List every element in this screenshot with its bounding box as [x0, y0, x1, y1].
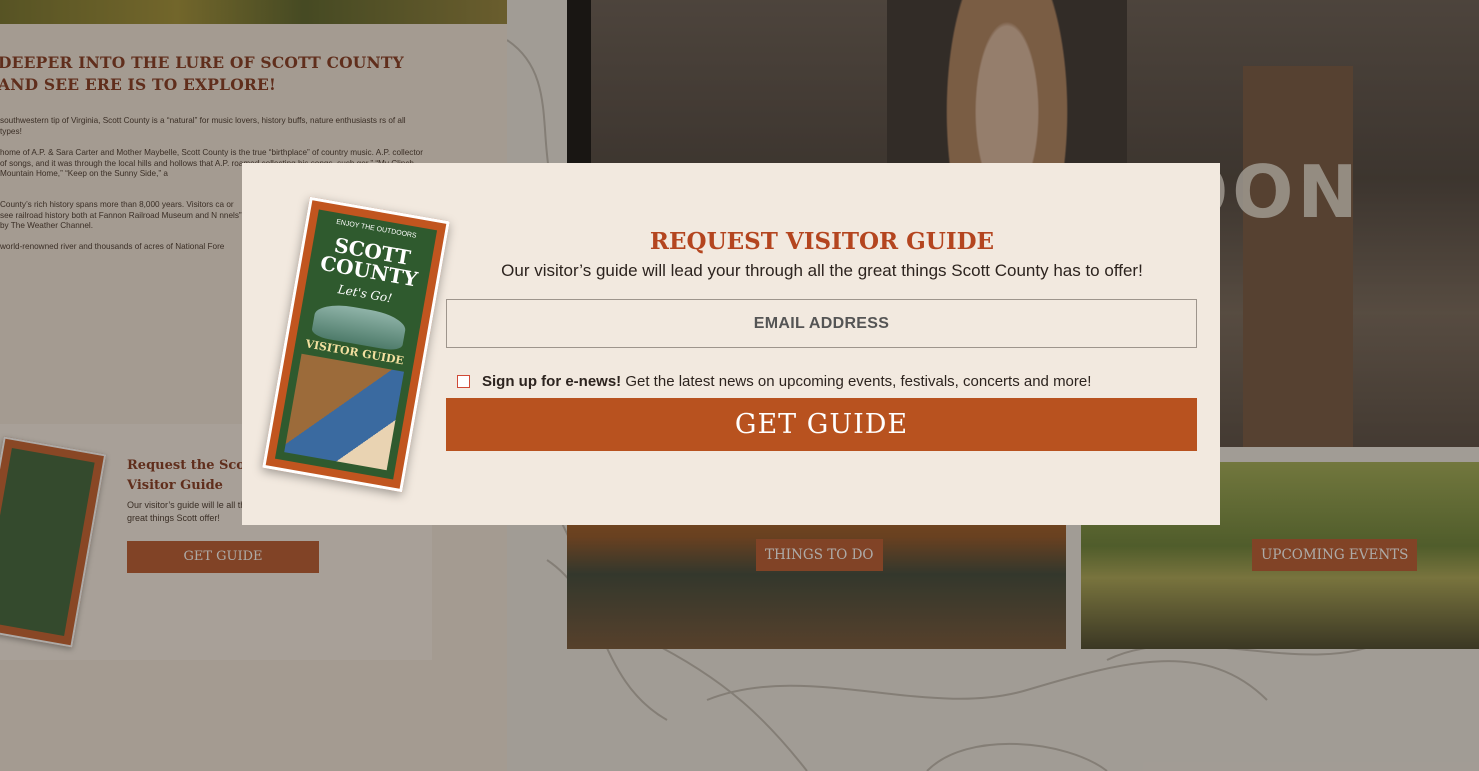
enews-label-strong: Sign up for e-news! [482, 372, 622, 390]
enews-label: Sign up for e-news! Get the latest news … [482, 373, 1091, 390]
get-guide-button[interactable]: GET GUIDE [446, 398, 1197, 451]
modal-title: REQUEST VISITOR GUIDE [649, 228, 995, 255]
modal-subtitle: Our visitor’s guide will lead your throu… [501, 261, 1143, 280]
enews-checkbox[interactable] [457, 374, 470, 388]
enews-optin: Sign up for e-news! Get the latest news … [457, 370, 1091, 392]
email-field[interactable] [446, 299, 1197, 348]
enews-label-text: Get the latest news on upcoming events, … [621, 372, 1092, 390]
brochure-photos [284, 353, 404, 471]
